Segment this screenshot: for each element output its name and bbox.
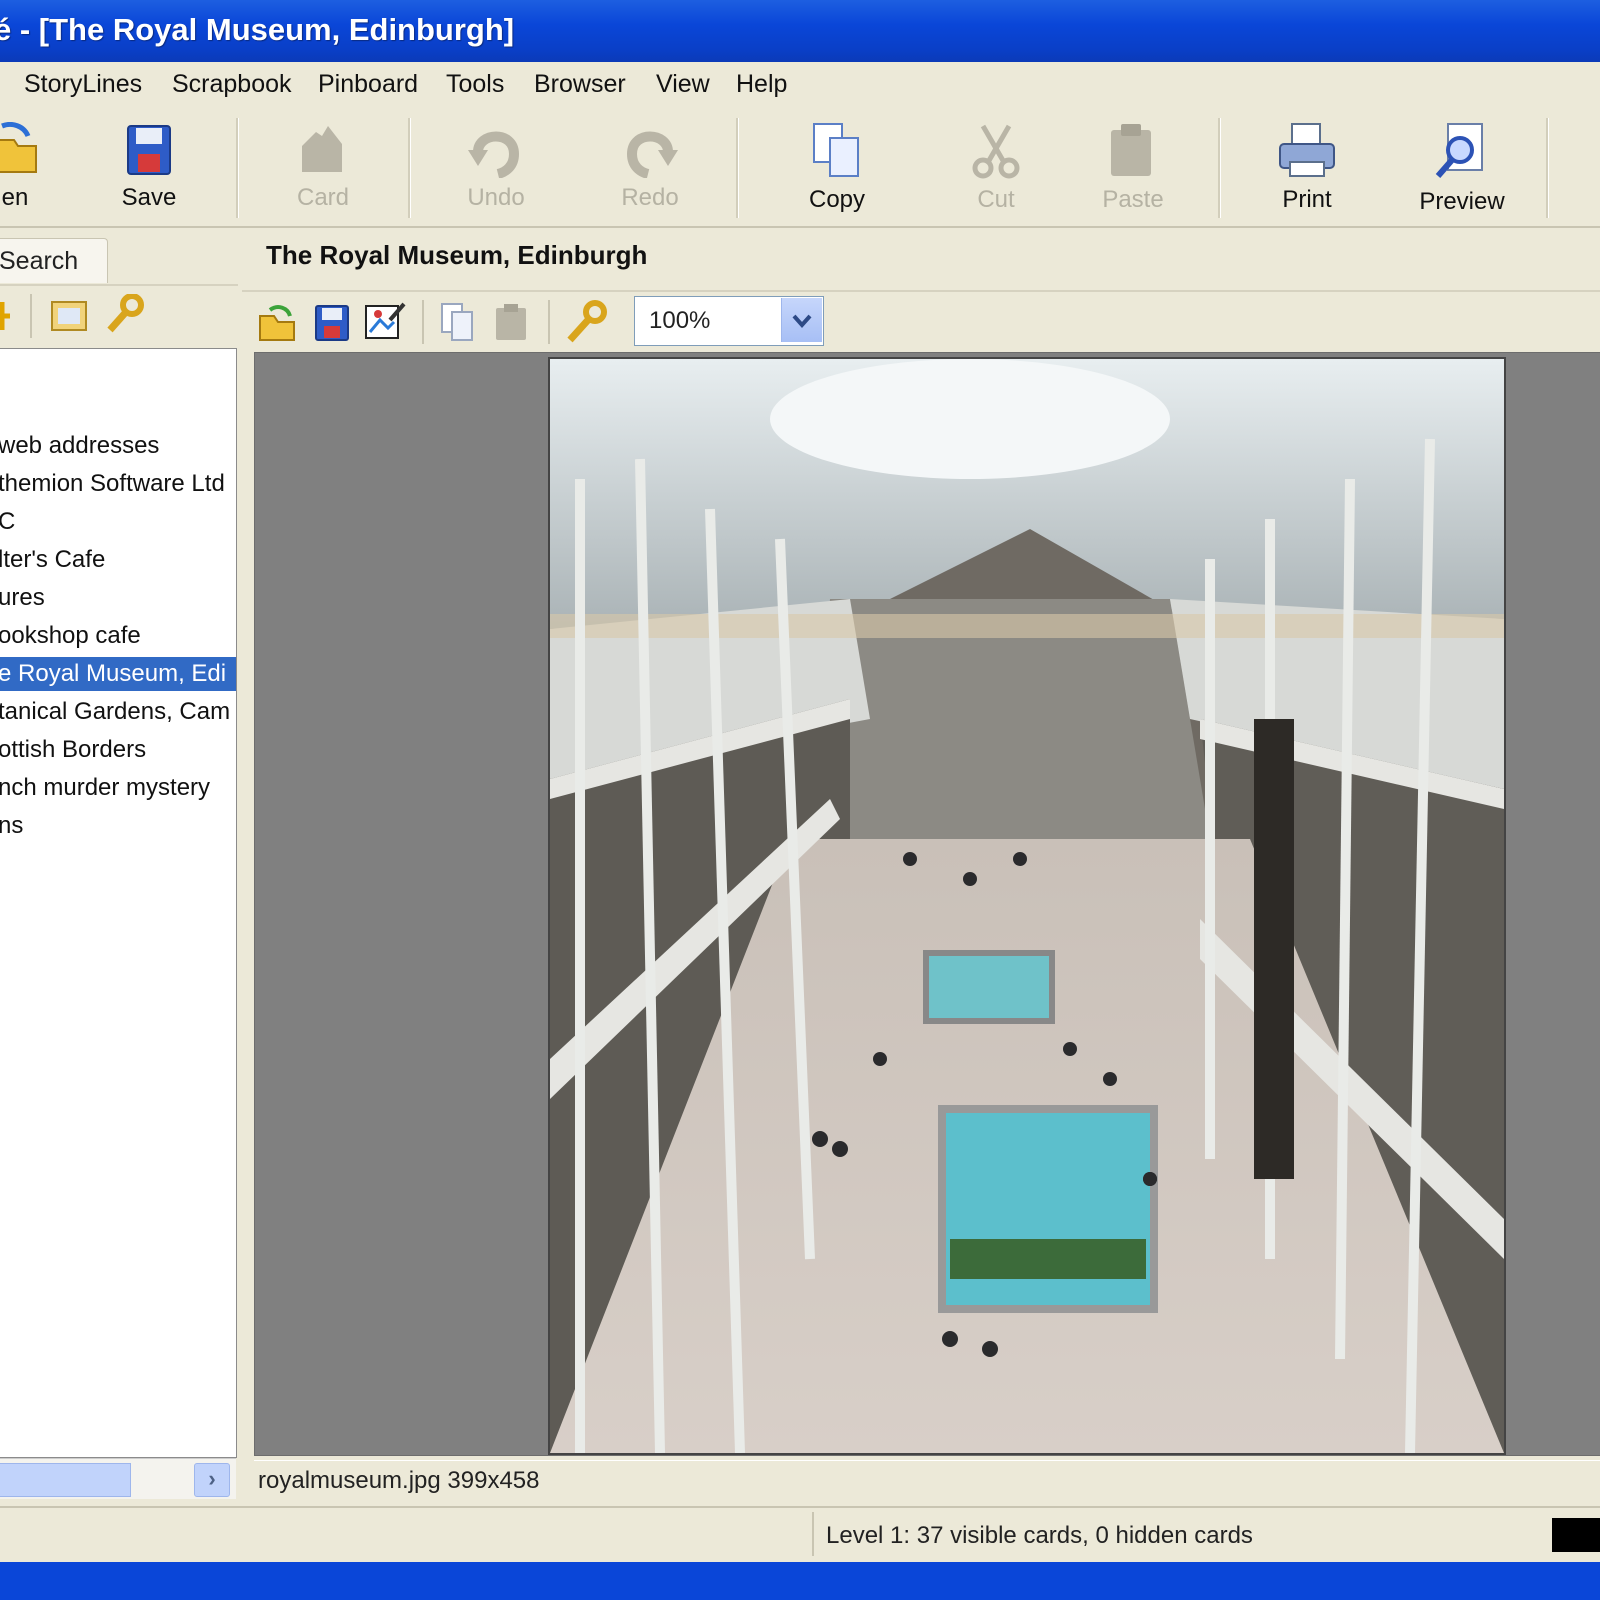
undo-button[interactable]: Undo [450, 116, 542, 220]
image-viewer[interactable] [254, 352, 1600, 1456]
scissors-icon [972, 124, 1020, 179]
list-item-selected[interactable]: e Royal Museum, Edi [0, 657, 236, 691]
menu-tools[interactable]: Tools [446, 70, 504, 99]
separator [422, 300, 424, 344]
menu-bar: StoryLines Scrapbook Pinboard Tools Brow… [0, 62, 1600, 108]
menu-help[interactable]: Help [736, 70, 787, 99]
scroll-thumb[interactable] [0, 1463, 131, 1497]
copy-button[interactable]: Copy [790, 116, 884, 220]
paste-image-icon[interactable] [492, 302, 532, 342]
menu-pinboard[interactable]: Pinboard [318, 70, 418, 99]
magnifier-preview-icon [1435, 123, 1483, 178]
list-item[interactable]: lter's Cafe [0, 543, 236, 577]
card-button[interactable]: Card [278, 116, 368, 220]
card-icon [302, 126, 342, 172]
toolbar-separator [1218, 118, 1221, 218]
list-item[interactable]: themion Software Ltd [0, 467, 236, 501]
taskbar-edge [0, 1562, 1600, 1600]
window-title: é - [The Royal Museum, Edinburgh] [0, 12, 515, 47]
floppy-disk-icon [127, 125, 171, 175]
museum-hall-image [550, 359, 1504, 1453]
redo-arrow-icon [626, 131, 678, 178]
status-panel: Level 1: 37 visible cards, 0 hidden card… [812, 1512, 1534, 1556]
list-item[interactable]: ookshop cafe [0, 619, 236, 653]
cut-button[interactable]: Cut [950, 116, 1042, 220]
list-item[interactable]: nch murder mystery [0, 771, 236, 805]
main-toolbar: en Save Card Undo Redo Copy Cut Paste Pr… [0, 108, 1600, 228]
card-pane: The Royal Museum, Edinburgh 100% royalmu… [242, 228, 1600, 1534]
print-button[interactable]: Print [1262, 116, 1352, 220]
left-toolbar [0, 284, 238, 346]
menu-view[interactable]: View [656, 70, 710, 99]
menu-browser[interactable]: Browser [534, 70, 626, 99]
save-button[interactable]: Save [104, 116, 194, 220]
paste-clipboard-icon [1111, 124, 1151, 176]
open-button[interactable]: en [0, 116, 50, 220]
viewer-toolbar: 100% [242, 290, 1600, 354]
copy-image-icon[interactable] [438, 302, 478, 342]
zoom-select[interactable]: 100% [634, 296, 824, 346]
preview-button[interactable]: Preview [1406, 116, 1518, 220]
open-folder-icon [0, 122, 37, 173]
list-item[interactable]: ures [0, 581, 236, 615]
image-info-bar: royalmuseum.jpg 399x458 [254, 1460, 1600, 1501]
horizontal-scrollbar[interactable]: › [0, 1458, 236, 1499]
card-list[interactable]: web addresses themion Software Ltd C lte… [0, 348, 237, 1458]
image-file-info: royalmuseum.jpg 399x458 [258, 1467, 540, 1494]
zoom-value: 100% [649, 307, 711, 334]
chevron-down-icon [792, 314, 812, 329]
list-item[interactable]: web addresses [0, 429, 236, 463]
copy-icon [813, 123, 859, 177]
status-indicator [1552, 1518, 1600, 1552]
left-pane: Search web addresses themion Software Lt… [0, 228, 240, 1534]
status-bar: Level 1: 37 visible cards, 0 hidden card… [0, 1506, 1600, 1564]
menu-storylines[interactable]: StoryLines [24, 70, 142, 99]
save-image-icon[interactable] [314, 302, 350, 342]
printer-icon [1279, 123, 1335, 177]
card-title: The Royal Museum, Edinburgh [266, 240, 648, 270]
separator [30, 294, 32, 338]
wrench-icon[interactable] [104, 294, 144, 334]
scroll-right-arrow-icon[interactable]: › [194, 1463, 230, 1497]
list-item[interactable]: ottish Borders [0, 733, 236, 767]
paste-button[interactable]: Paste [1086, 116, 1180, 220]
menu-scrapbook[interactable]: Scrapbook [172, 70, 292, 99]
status-text: Level 1: 37 visible cards, 0 hidden card… [826, 1522, 1253, 1549]
list-item[interactable]: ns [0, 809, 236, 843]
image-settings-wrench-icon[interactable] [564, 300, 608, 344]
tab-search[interactable]: Search [0, 238, 108, 283]
toolbar-separator [408, 118, 411, 218]
list-item[interactable]: C [0, 505, 236, 539]
redo-button[interactable]: Redo [604, 116, 696, 220]
open-image-icon[interactable] [258, 302, 298, 342]
list-item[interactable]: tanical Gardens, Cam [0, 695, 236, 729]
add-icon[interactable] [0, 298, 12, 334]
toolbar-separator [236, 118, 239, 218]
undo-arrow-icon [468, 131, 520, 178]
title-bar: é - [The Royal Museum, Edinburgh] [0, 0, 1600, 62]
toolbar-separator [1546, 118, 1549, 218]
toolbar-separator [736, 118, 739, 218]
card-view-icon[interactable] [50, 298, 88, 334]
museum-photo [548, 357, 1506, 1455]
zoom-dropdown-button[interactable] [781, 298, 822, 342]
separator [548, 300, 550, 344]
edit-image-icon[interactable] [364, 300, 406, 342]
